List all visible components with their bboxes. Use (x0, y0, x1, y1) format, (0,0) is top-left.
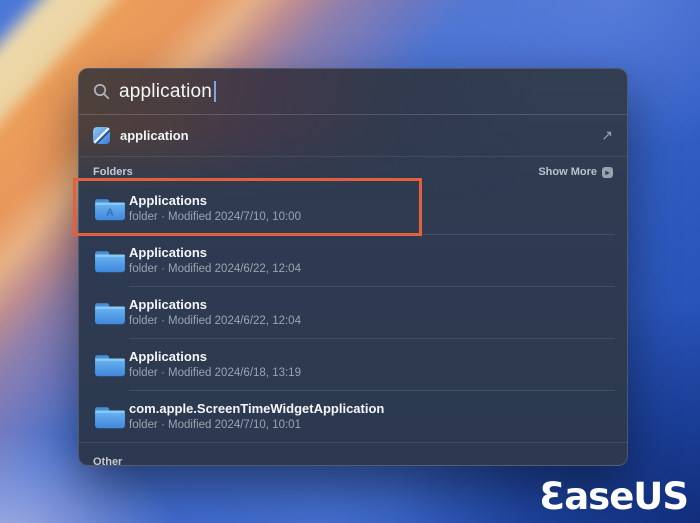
row-divider (79, 442, 627, 443)
result-row[interactable]: A Applications folder · Modified 2024/6/… (79, 287, 627, 339)
search-icon (93, 83, 110, 100)
folder-icon: A (95, 355, 125, 377)
result-subtitle: folder · Modified 2024/6/22, 12:04 (129, 263, 301, 275)
top-hit-row[interactable]: application ↗ (79, 115, 627, 156)
result-title: Applications (129, 297, 208, 312)
other-section-header: Other (79, 445, 627, 466)
show-more-icon: ▸ (602, 166, 613, 178)
result-title: Applications (129, 349, 208, 364)
result-row[interactable]: A com.apple.ScreenTimeWidgetApplication … (79, 391, 627, 443)
result-title: Applications (129, 193, 208, 208)
spotlight-search-bar[interactable]: application (79, 69, 627, 115)
result-subtitle: folder · Modified 2024/7/10, 10:01 (129, 419, 301, 431)
search-input[interactable]: application (119, 81, 212, 103)
application-file-icon (93, 127, 110, 144)
result-row[interactable]: A Applications folder · Modified 2024/6/… (79, 235, 627, 287)
folder-icon: A (95, 407, 125, 429)
folders-section-header: Folders Show More ▸ (79, 156, 627, 183)
folder-icon: A (95, 251, 125, 273)
top-hit-label: application (120, 128, 189, 143)
result-title: Applications (129, 245, 208, 260)
result-title: com.apple.ScreenTimeWidgetApplication (129, 401, 385, 416)
section-label-other: Other (93, 456, 123, 466)
results-list: A Applications folder · Modified 2024/7/… (79, 183, 627, 443)
show-more-label: Show More (538, 166, 597, 178)
section-label-folders: Folders (93, 166, 133, 178)
show-more-button[interactable]: Show More ▸ (538, 166, 613, 178)
result-subtitle: folder · Modified 2024/6/18, 13:19 (129, 367, 301, 379)
folder-icon: A (95, 199, 125, 221)
arrow-up-right-icon[interactable]: ↗ (601, 127, 613, 144)
spotlight-panel: application application ↗ Folders Show M… (78, 68, 628, 466)
text-caret (214, 81, 217, 102)
easeus-watermark-logo: ƐaseUS (539, 475, 689, 518)
result-subtitle: folder · Modified 2024/7/10, 10:00 (129, 211, 301, 223)
folder-icon: A (95, 303, 125, 325)
result-row[interactable]: A Applications folder · Modified 2024/7/… (79, 183, 627, 235)
folder-a-glyph: A (106, 208, 114, 219)
result-subtitle: folder · Modified 2024/6/22, 12:04 (129, 315, 301, 327)
result-row[interactable]: A Applications folder · Modified 2024/6/… (79, 339, 627, 391)
